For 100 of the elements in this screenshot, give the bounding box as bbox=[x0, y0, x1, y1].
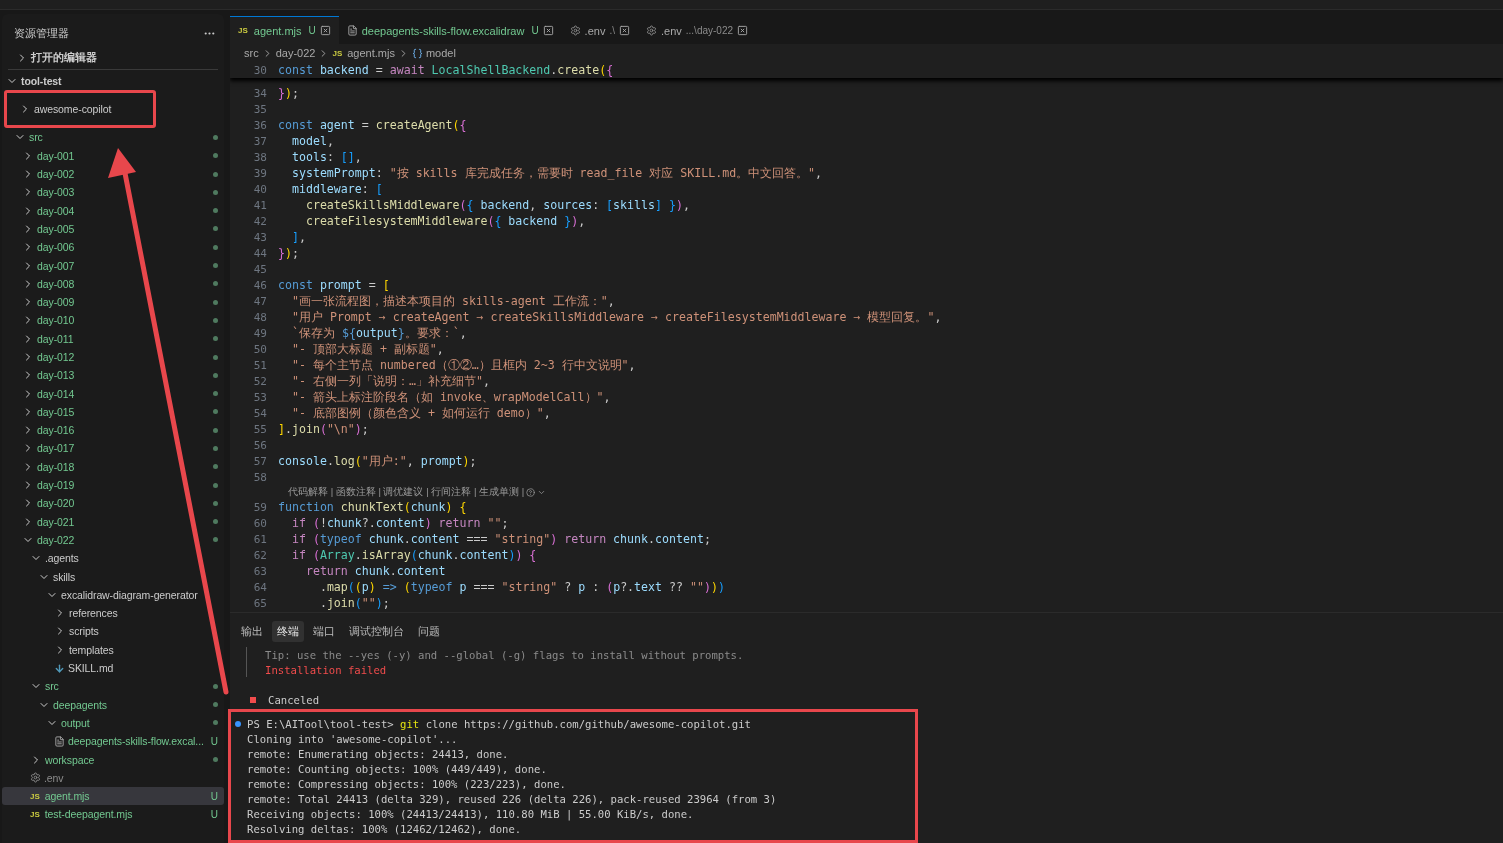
editor-tab[interactable]: deepagents-skills-flow.excalidraw U bbox=[338, 16, 562, 44]
code-line: .map((p) => (typeof p === "string" ? p : (p?.text ?? ""))) bbox=[318, 580, 725, 594]
folder-row[interactable]: day-004 bbox=[2, 201, 224, 220]
folder-row[interactable]: day-011 bbox=[2, 329, 224, 348]
line-number: 48 bbox=[252, 310, 268, 324]
folder-row[interactable]: day-013 bbox=[2, 366, 224, 385]
line-number: 45 bbox=[252, 262, 268, 276]
line-number: 50 bbox=[252, 342, 268, 356]
down-arrow-icon bbox=[54, 662, 65, 674]
folder-row[interactable]: templates bbox=[2, 640, 224, 659]
stop-icon bbox=[250, 696, 256, 703]
folder-row[interactable]: awesome-copilot bbox=[4, 90, 156, 129]
folder-row[interactable]: day-009 bbox=[2, 292, 224, 312]
panel-tab[interactable]: 端口 bbox=[308, 620, 340, 642]
folder-row[interactable]: references bbox=[2, 604, 224, 623]
code-line: ].join("\n"); bbox=[278, 422, 369, 436]
code-line: const backend = await LocalShellBackend.create({ bbox=[278, 63, 614, 77]
panel-tab[interactable]: 终端 bbox=[272, 620, 304, 642]
folder-row[interactable]: day-014 bbox=[2, 384, 224, 403]
editor-tab[interactable]: JS agent.mjs U bbox=[230, 16, 339, 44]
line-number: 55 bbox=[252, 422, 268, 436]
folder-row[interactable]: day-015 bbox=[2, 402, 224, 422]
close-icon[interactable] bbox=[542, 25, 554, 36]
code-line: model, bbox=[290, 134, 334, 148]
editor-tab[interactable]: .env ...\day-022 bbox=[637, 16, 757, 44]
folder-row[interactable]: skills bbox=[2, 567, 224, 586]
folder-row[interactable]: day-020 bbox=[2, 494, 224, 513]
terminal-line: Installation failed bbox=[265, 663, 387, 676]
breadcrumb[interactable]: day-022 bbox=[275, 47, 316, 59]
folder-row[interactable]: output bbox=[2, 713, 224, 733]
line-number: 34 bbox=[252, 86, 268, 100]
terminal-line: Receiving objects: 100% (24413/24413), 110.80 MiB | 55.00 KiB/s, done. bbox=[247, 807, 694, 820]
folder-row[interactable]: day-019 bbox=[2, 475, 224, 495]
status-letter: U bbox=[531, 25, 539, 36]
folder-row[interactable]: tool-test bbox=[2, 72, 224, 91]
folder-row[interactable]: deepagents bbox=[2, 695, 224, 714]
folder-row[interactable]: day-006 bbox=[2, 238, 224, 257]
folder-row[interactable]: day-021 bbox=[2, 512, 224, 531]
breadcrumb[interactable]: JS agent.mjs bbox=[332, 47, 395, 59]
file-row[interactable]: deepagents-skills-flow.excal... U bbox=[2, 732, 224, 751]
panel-tab[interactable]: 问题 bbox=[413, 620, 445, 642]
js-file-icon: JS bbox=[30, 809, 40, 819]
folder-row[interactable]: scripts bbox=[2, 622, 224, 641]
file-row[interactable]: JS agent.mjs U bbox=[2, 787, 224, 806]
status-letter: U bbox=[308, 25, 316, 36]
folder-row[interactable]: src bbox=[2, 128, 224, 147]
folder-row[interactable]: day-008 bbox=[2, 274, 224, 293]
folder-row[interactable]: workspace bbox=[2, 750, 224, 769]
section-header[interactable]: 打开的编辑器 bbox=[8, 46, 218, 70]
line-number: 40 bbox=[252, 182, 268, 196]
folder-row[interactable]: src bbox=[2, 677, 224, 696]
code-line: systemPrompt: "按 skills 库完成任务，需要时 read_file 对应 SKILL.md。中文回答。", bbox=[290, 165, 823, 181]
line-number: 52 bbox=[252, 374, 268, 388]
file-row[interactable]: SKILL.md bbox=[2, 658, 224, 678]
terminal-line: PS E:\AITool\tool-test> git clone https://github.com/github/awesome-copilot.git bbox=[247, 717, 751, 730]
code-line: if (Array.isArray(chunk.content)) { bbox=[290, 548, 537, 562]
line-number: 65 bbox=[252, 596, 268, 610]
line-number: 35 bbox=[252, 102, 268, 116]
line-number: 60 bbox=[252, 516, 268, 530]
folder-row[interactable]: excalidraw-diagram-generator bbox=[2, 585, 224, 604]
panel-tab[interactable]: 调试控制台 bbox=[344, 620, 409, 642]
terminal-line: Resolving deltas: 100% (12462/12462), done. bbox=[247, 822, 522, 835]
folder-row[interactable]: day-012 bbox=[2, 347, 224, 367]
code-lens-actions[interactable]: 代码解释 | 函数注释 | 调优建议 | 行间注释 | 生成单测 | bbox=[288, 485, 525, 499]
code-line: "- 顶部大标题 + 副标题", bbox=[290, 341, 444, 357]
folder-row[interactable]: day-018 bbox=[2, 457, 224, 476]
file-row[interactable]: .env bbox=[2, 768, 224, 787]
line-number: 62 bbox=[252, 548, 268, 562]
terminal-line: Tip: use the --yes (-y) and --global (-g) flags to install without prompts. bbox=[265, 648, 744, 661]
close-icon[interactable] bbox=[319, 25, 331, 36]
close-icon[interactable] bbox=[737, 25, 749, 36]
folder-row[interactable]: day-005 bbox=[2, 219, 224, 239]
folder-row[interactable]: day-010 bbox=[2, 311, 224, 330]
code-line: function chunkText(chunk) { bbox=[278, 500, 467, 514]
folder-row[interactable]: day-017 bbox=[2, 439, 224, 458]
file-row[interactable]: JS test-deepagent.mjs U bbox=[2, 805, 224, 824]
code-line: "画一张流程图，描述本项目的 skills-agent 工作流：", bbox=[290, 293, 615, 309]
js-file-icon: JS bbox=[332, 48, 343, 58]
code-line: const agent = createAgent({ bbox=[278, 118, 467, 132]
code-line: `保存为 ${output}。要求：`, bbox=[290, 325, 467, 341]
panel-tab[interactable]: 输出 bbox=[236, 620, 268, 642]
breadcrumb[interactable]: model bbox=[411, 47, 456, 59]
code-line: createFilesystemMiddleware({ backend }), bbox=[304, 214, 586, 228]
help-icon[interactable] bbox=[526, 487, 536, 497]
folder-row[interactable]: day-022 bbox=[2, 530, 224, 550]
folder-row[interactable]: .agents bbox=[2, 549, 224, 568]
code-line: if (!chunk?.content) return ""; bbox=[290, 516, 509, 530]
editor-tab[interactable]: .env .\ bbox=[561, 16, 638, 44]
code-line: tools: [], bbox=[290, 150, 362, 164]
breadcrumb[interactable]: src bbox=[244, 47, 259, 59]
folder-row[interactable]: day-003 bbox=[2, 183, 224, 202]
close-icon[interactable] bbox=[618, 25, 630, 36]
folder-row[interactable]: day-007 bbox=[2, 256, 224, 275]
line-number: 54 bbox=[252, 406, 268, 420]
status-letter: U bbox=[210, 735, 218, 747]
line-number: 30 bbox=[252, 63, 268, 77]
status-letter: U bbox=[210, 808, 218, 820]
code-line: if (typeof chunk.content === "string") return chunk.content; bbox=[290, 532, 711, 546]
line-number: 63 bbox=[252, 564, 268, 578]
folder-row[interactable]: day-016 bbox=[2, 421, 224, 440]
